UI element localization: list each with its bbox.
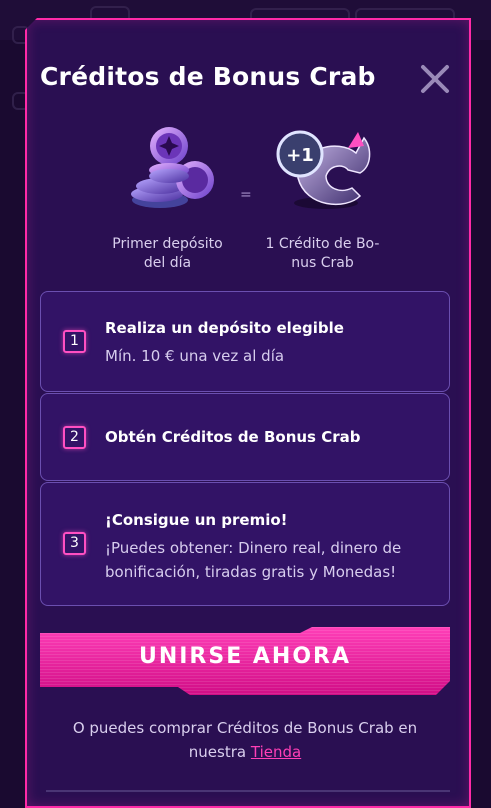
- step-number: 2: [63, 426, 86, 449]
- footer-line2: nuestra Tienda: [45, 740, 445, 764]
- credit-badge-text: +1: [286, 145, 314, 166]
- step-title: Realiza un depósito elegible: [105, 319, 344, 337]
- step-number: 1: [63, 330, 86, 353]
- footer-line1: O puedes comprar Créditos de Bonus Crab …: [72, 719, 418, 737]
- modal-title: Créditos de Bonus Crab: [40, 62, 376, 91]
- cta-label: UNIRSE AHORA: [138, 644, 352, 669]
- left-caption-line1: Primer depósito: [112, 236, 223, 252]
- step-subtitle-line2: bonificación, tiradas gratis y Monedas!: [105, 563, 397, 581]
- divider: [46, 790, 450, 792]
- step-title: ¡Consigue un premio!: [105, 511, 288, 529]
- right-caption-line1: 1 Crédito de Bo-: [265, 236, 380, 252]
- step-subtitle-line1: ¡Puedes obtener: Dinero real, dinero de: [105, 539, 402, 557]
- close-button[interactable]: [418, 62, 452, 96]
- step-number: 3: [63, 532, 86, 555]
- step-1-card: 1 Realiza un depósito elegible Mín. 10 €…: [40, 291, 450, 392]
- equals-sign: =: [240, 187, 252, 203]
- right-caption: 1 Crédito de Bo- nus Crab: [250, 235, 395, 273]
- coins-icon: [125, 118, 225, 222]
- close-icon: [421, 65, 449, 93]
- footer-text: O puedes comprar Créditos de Bonus Crab …: [45, 716, 445, 764]
- store-link[interactable]: Tienda: [251, 743, 301, 761]
- bonus-crab-credit-icon: +1: [268, 118, 378, 222]
- left-caption-line2: del día: [143, 255, 192, 271]
- footer-prefix: nuestra: [188, 743, 251, 761]
- join-now-button[interactable]: UNIRSE AHORA: [40, 627, 450, 695]
- step-title: Obtén Créditos de Bonus Crab: [105, 428, 361, 446]
- right-caption-line2: nus Crab: [291, 255, 354, 271]
- step-2-card: 2 Obtén Créditos de Bonus Crab: [40, 393, 450, 481]
- step-subtitle: Mín. 10 € una vez al día: [105, 347, 285, 365]
- step-3-card: 3 ¡Consigue un premio! ¡Puedes obtener: …: [40, 482, 450, 606]
- left-caption: Primer depósito del día: [95, 235, 240, 273]
